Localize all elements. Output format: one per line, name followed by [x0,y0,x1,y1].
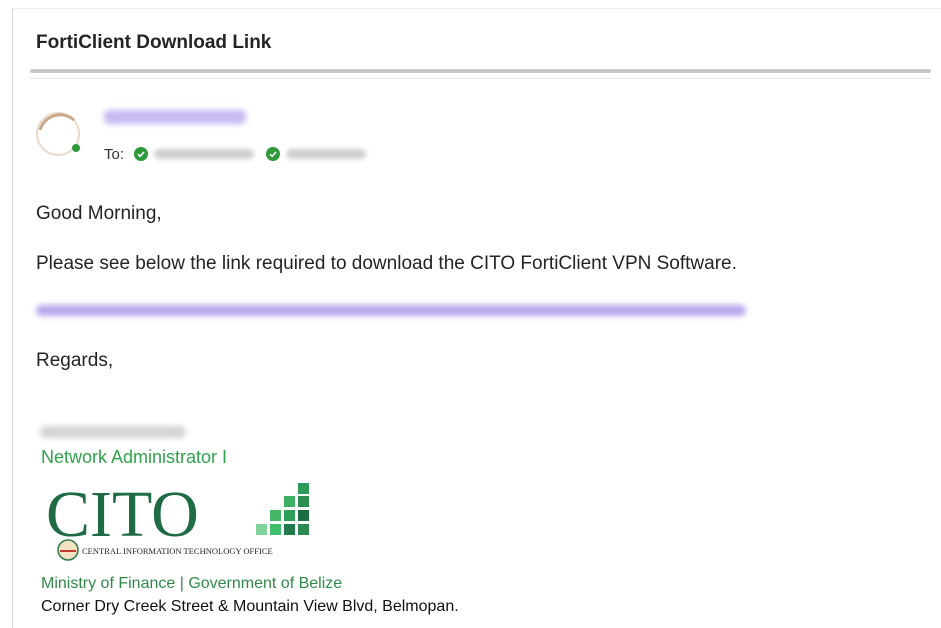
to-label: To: [104,145,125,163]
recipient-redacted[interactable] [154,149,255,159]
sender-name-redacted[interactable] [104,110,246,124]
header-divider-secondary [30,78,931,79]
download-link-redacted[interactable] [36,305,746,316]
presence-check-icon [266,147,281,161]
sender-avatar[interactable] [34,110,82,158]
email-subject: FortiClient Download Link [36,32,272,53]
recipients-row: To: [104,145,378,163]
signature-title: Network Administrator I [41,447,228,467]
signature-address: Corner Dry Creek Street & Mountain View … [41,598,459,615]
header-divider [30,69,931,73]
cito-logo: CITO CENTRAL INFORMATION TECHNOLOGY OFFI… [46,480,309,561]
signature-name-redacted [40,426,186,438]
email-closing: Regards, [36,350,114,371]
signature-ministry: Ministry of Finance | Government of Beli… [41,575,343,592]
email-body-paragraph: Please see below the link required to do… [36,253,737,274]
presence-check-icon [134,147,149,161]
logo-subtext: CENTRAL INFORMATION TECHNOLOGY OFFICE [82,546,273,556]
email-greeting: Good Morning, [36,203,162,224]
recipient-redacted[interactable] [286,149,367,159]
